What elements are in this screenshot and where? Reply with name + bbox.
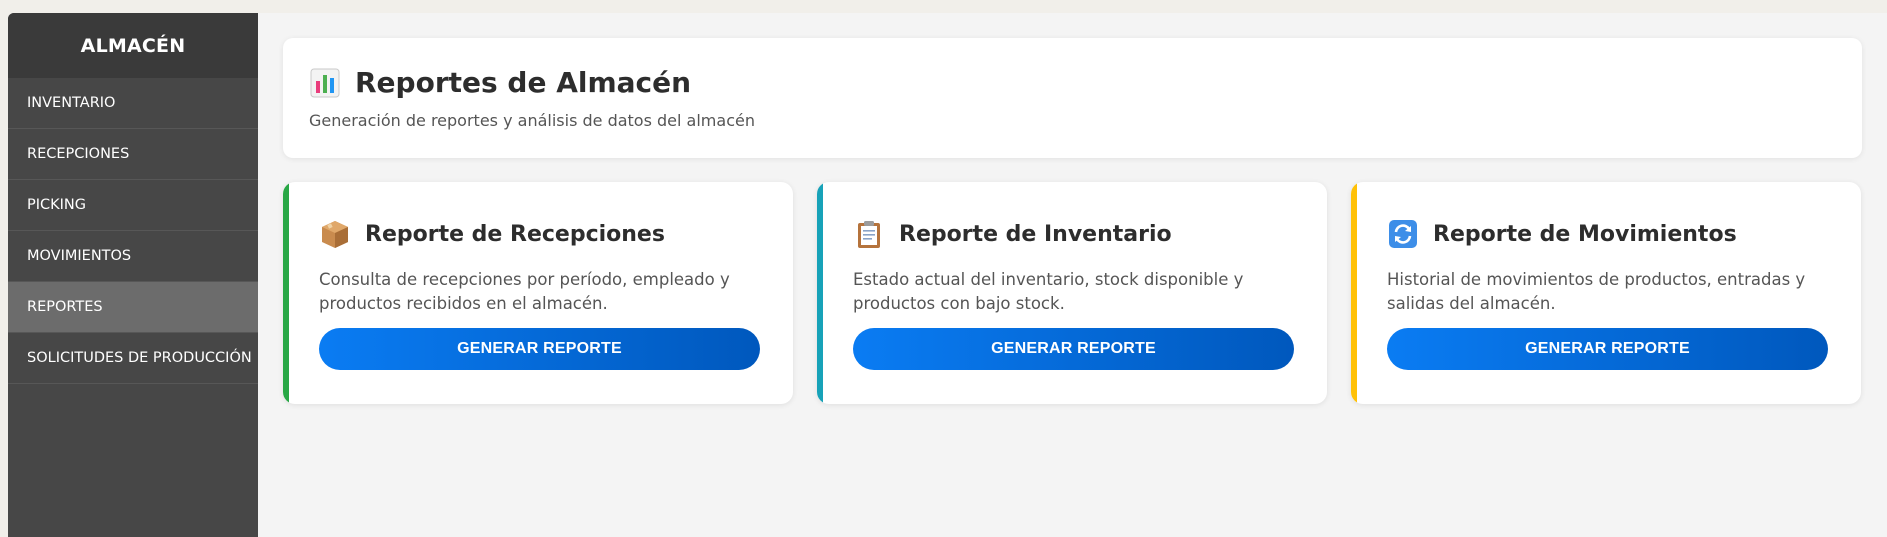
card-title: Reporte de Recepciones	[365, 221, 665, 247]
generate-report-button-inventario[interactable]: GENERAR REPORTE	[853, 328, 1294, 370]
card-description: Estado actual del inventario, stock disp…	[853, 270, 1244, 313]
card-title-row: Reporte de Recepciones	[319, 218, 763, 250]
clipboard-icon	[853, 218, 885, 250]
report-card-inventario: Reporte de Inventario Estado actual del …	[817, 182, 1327, 404]
card-description: Historial de movimientos de productos, e…	[1387, 270, 1806, 313]
card-title: Reporte de Movimientos	[1433, 221, 1737, 247]
report-card-movimientos: Reporte de Movimientos Historial de movi…	[1351, 182, 1861, 404]
sidebar-item-recepciones[interactable]: RECEPCIONES	[8, 129, 258, 180]
card-accent-bar	[817, 182, 823, 404]
sidebar-item-reportes[interactable]: REPORTES	[8, 282, 258, 333]
package-icon	[319, 218, 351, 250]
generate-report-button-movimientos[interactable]: GENERAR REPORTE	[1387, 328, 1828, 370]
card-description: Consulta de recepciones por período, emp…	[319, 270, 730, 313]
report-cards: Reporte de Recepciones Consulta de recep…	[283, 182, 1862, 404]
card-title: Reporte de Inventario	[899, 221, 1172, 247]
refresh-icon	[1387, 218, 1419, 250]
card-title-row: Reporte de Inventario	[853, 218, 1297, 250]
card-accent-bar	[283, 182, 289, 404]
page-subtitle: Generación de reportes y análisis de dat…	[309, 111, 755, 130]
sidebar-item-solicitudes-produccion[interactable]: SOLICITUDES DE PRODUCCIÓN	[8, 333, 258, 384]
sidebar: ALMACÉN INVENTARIO RECEPCIONES PICKING M…	[8, 13, 258, 537]
sidebar-item-movimientos[interactable]: MOVIMIENTOS	[8, 231, 258, 282]
generate-report-button-recepciones[interactable]: GENERAR REPORTE	[319, 328, 760, 370]
card-title-row: Reporte de Movimientos	[1387, 218, 1831, 250]
page-title: Reportes de Almacén	[355, 66, 692, 99]
card-accent-bar	[1351, 182, 1357, 404]
bar-chart-icon	[309, 67, 341, 99]
report-card-recepciones: Reporte de Recepciones Consulta de recep…	[283, 182, 793, 404]
sidebar-nav: INVENTARIO RECEPCIONES PICKING MOVIMIENT…	[8, 78, 258, 384]
app-window: ALMACÉN INVENTARIO RECEPCIONES PICKING M…	[8, 13, 1887, 537]
sidebar-item-inventario[interactable]: INVENTARIO	[8, 78, 258, 129]
page-header: Reportes de Almacén Generación de report…	[283, 38, 1862, 158]
page-title-row: Reportes de Almacén	[309, 66, 1836, 99]
main-content: Reportes de Almacén Generación de report…	[258, 13, 1887, 537]
sidebar-item-picking[interactable]: PICKING	[8, 180, 258, 231]
sidebar-title: ALMACÉN	[8, 13, 258, 78]
